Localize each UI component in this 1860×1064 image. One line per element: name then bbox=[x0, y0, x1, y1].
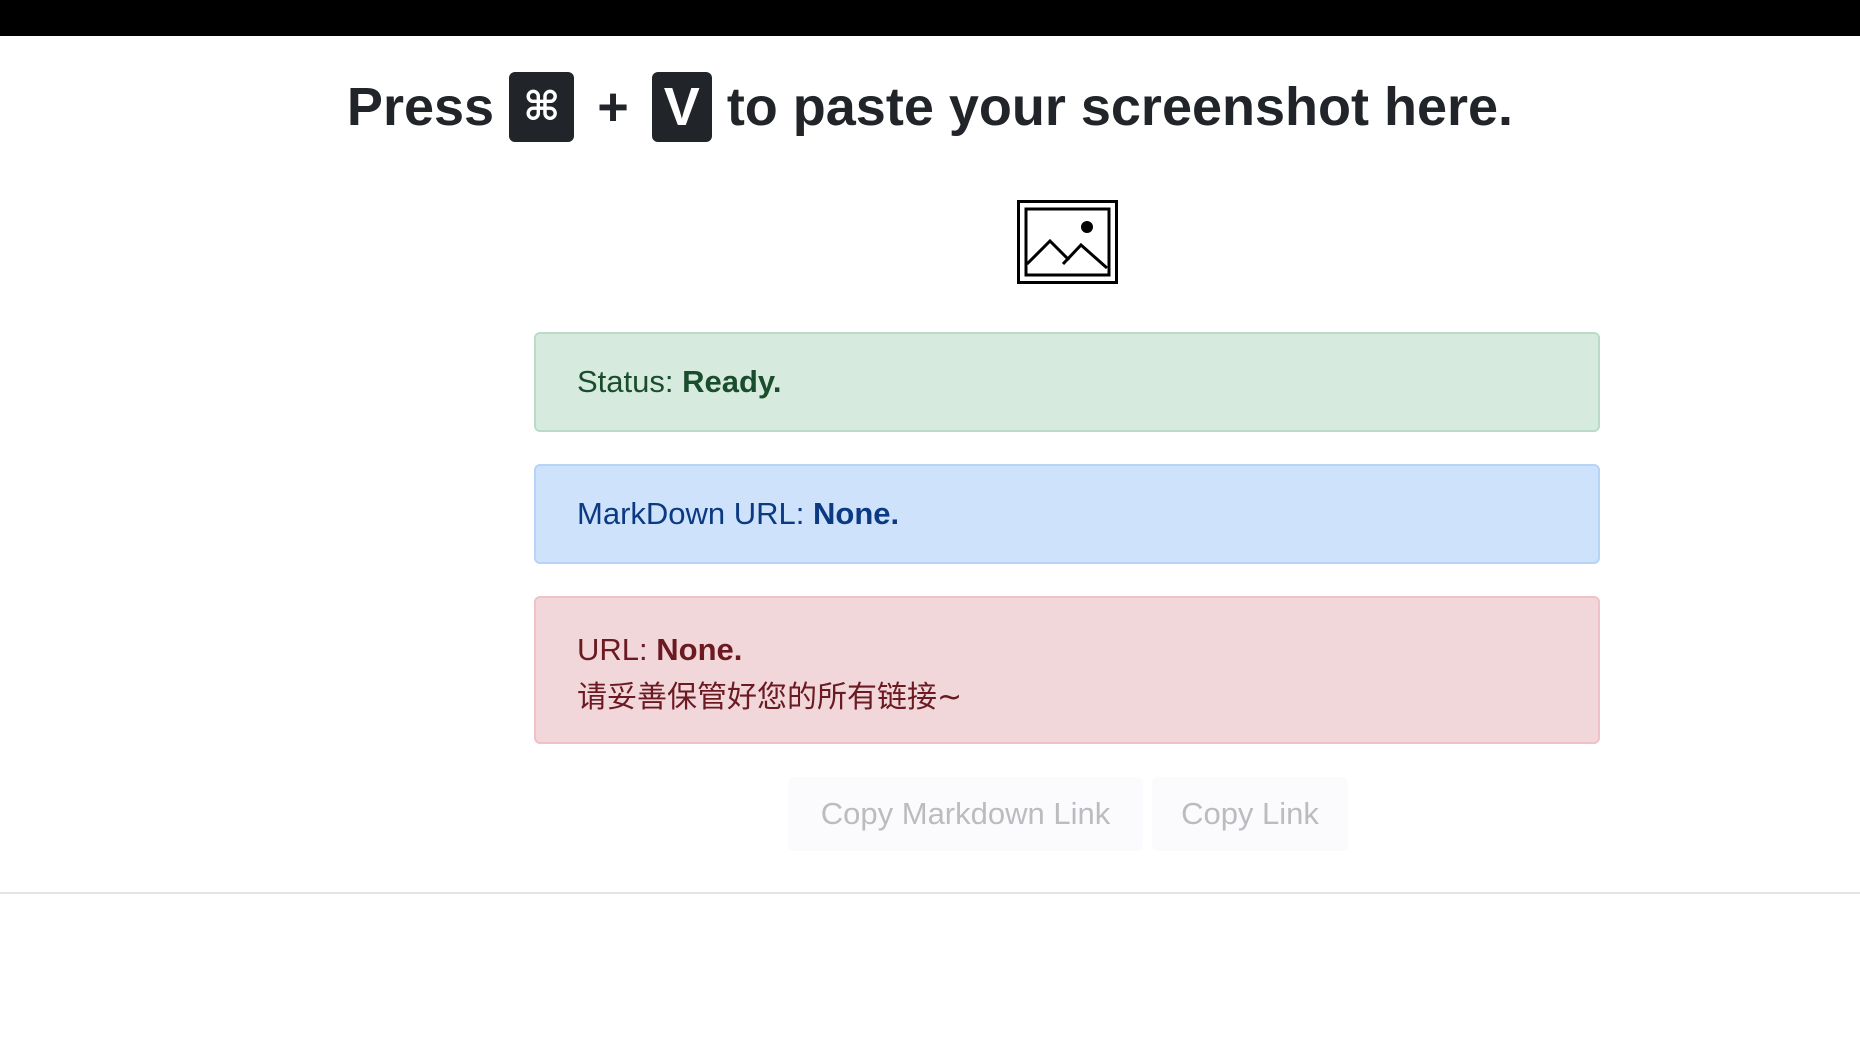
copy-link-button[interactable]: Copy Link bbox=[1152, 777, 1348, 851]
status-alert: Status: Ready. bbox=[534, 332, 1600, 432]
copy-markdown-link-button[interactable]: Copy Markdown Link bbox=[788, 777, 1143, 851]
title-plus-text: + bbox=[597, 77, 629, 137]
command-key-icon: ⌘ bbox=[509, 72, 575, 142]
page-title: Press ⌘ + V to paste your screenshot her… bbox=[0, 72, 1860, 142]
v-key-badge: V bbox=[651, 72, 712, 142]
url-note: 请妥善保管好您的所有链接~ bbox=[577, 680, 963, 715]
title-rest-text: to paste your screenshot here. bbox=[726, 77, 1514, 137]
url-alert: URL: None. 请妥善保管好您的所有链接~ bbox=[534, 596, 1600, 744]
markdown-url-value[interactable]: None. bbox=[813, 496, 899, 531]
image-icon bbox=[1017, 200, 1118, 284]
status-value: Ready. bbox=[682, 364, 782, 399]
markdown-url-alert: MarkDown URL: None. bbox=[534, 464, 1600, 564]
markdown-url-label: MarkDown URL: bbox=[577, 496, 805, 531]
title-press-text: Press bbox=[346, 77, 495, 137]
divider bbox=[0, 892, 1860, 894]
top-bar bbox=[0, 0, 1860, 36]
url-label: URL: bbox=[577, 632, 648, 667]
url-value[interactable]: None. bbox=[656, 632, 742, 667]
status-label: Status: bbox=[577, 364, 674, 399]
